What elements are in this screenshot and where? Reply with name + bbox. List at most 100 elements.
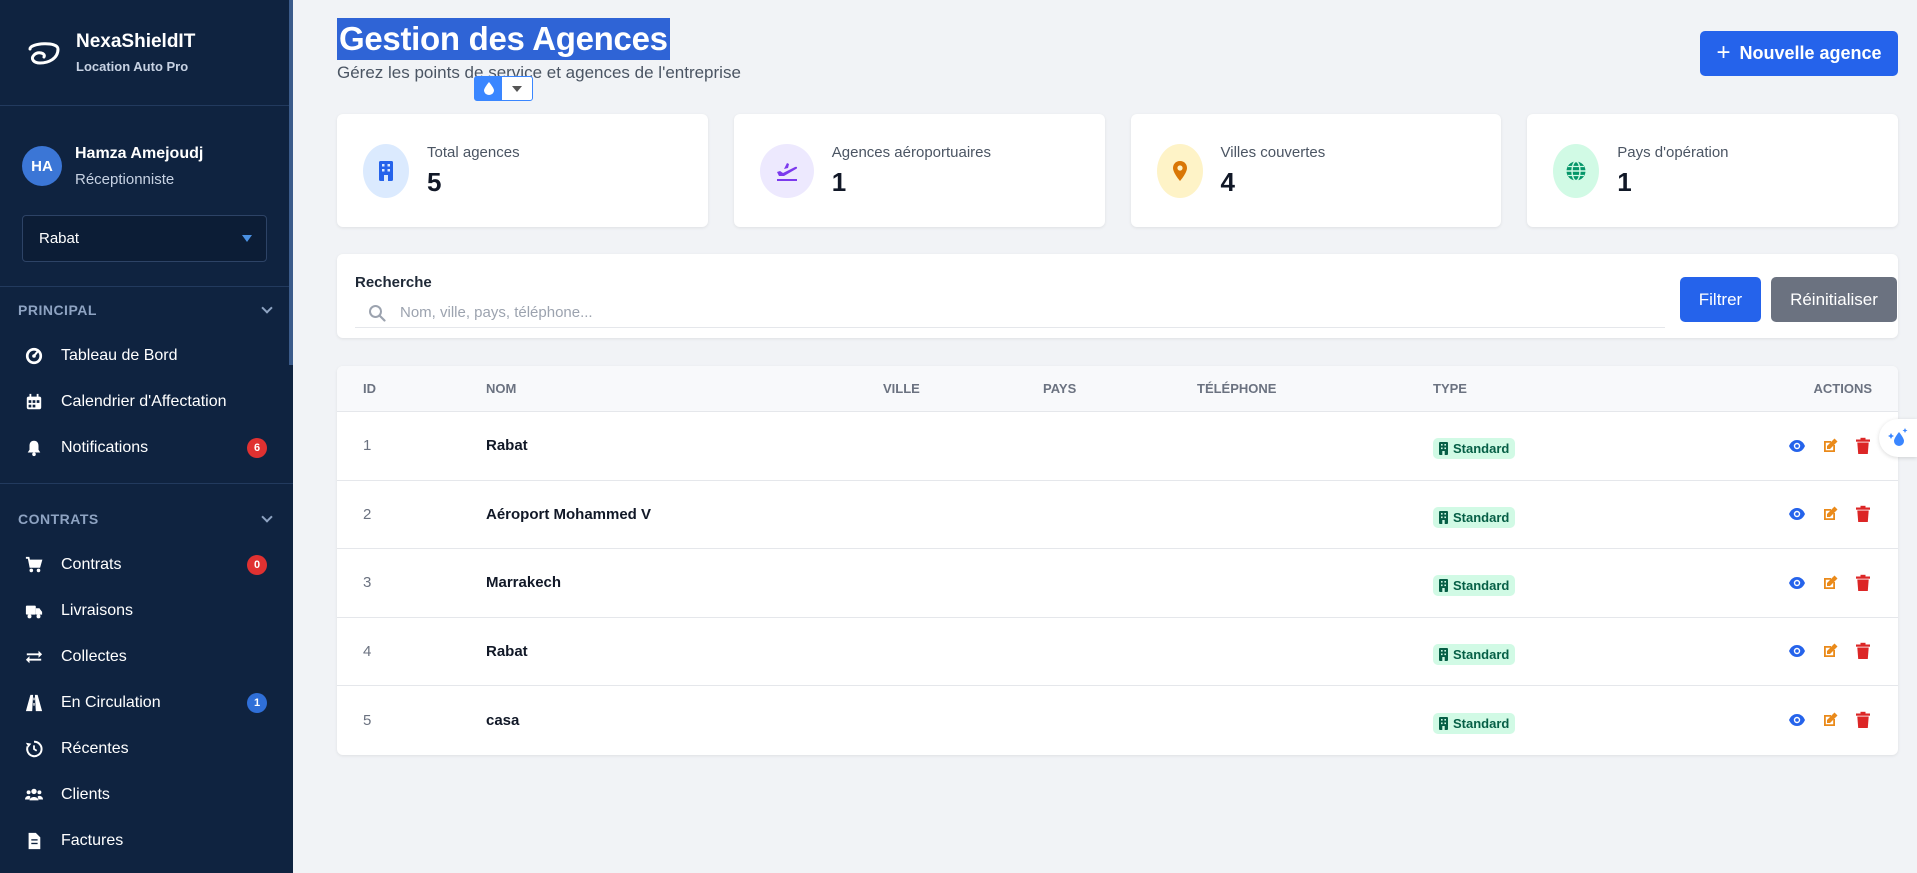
bell-icon [24,438,44,458]
caret-down-icon[interactable] [502,77,532,100]
brand: NexaShieldIT Location Auto Pro [0,0,293,106]
sidebar-item-label: Calendrier d'Affectation [61,393,227,410]
stat-cities-covered: Villes couvertes 4 [1130,114,1502,227]
stat-value: 1 [831,166,847,197]
stat-countries: Pays d'opération 1 [1527,114,1898,227]
sparkle-droplet-icon [1888,428,1908,446]
search-icon [369,304,386,322]
stat-value: 1 [1617,166,1632,197]
cell-actions [1788,549,1872,617]
cell-type: Standard [1433,686,1516,755]
road-icon [24,693,44,713]
agencies-table: ID NOM VILLE PAYS TÉLÉPHONE TYPE ACTIONS… [337,366,1898,755]
edit-icon[interactable] [1821,642,1839,660]
table-row[interactable]: 5 casa Standard [337,686,1898,755]
brand-subtitle: Location Auto Pro [76,59,189,74]
chevron-down-icon [261,511,273,523]
delete-trash-icon[interactable] [1854,711,1872,729]
section-principal[interactable]: PRINCIPAL [0,287,293,333]
sidebar-item-contrats[interactable]: Contrats 0 [0,542,293,588]
cell-id: 1 [363,437,372,455]
sidebar-item-livraisons[interactable]: Livraisons [0,588,293,634]
page-title-wrap: Gestion des Agences [337,18,670,60]
type-badge-label: Standard [1453,509,1510,525]
column-header-id[interactable]: ID [363,366,376,411]
delete-trash-icon[interactable] [1854,437,1872,455]
column-header-ville[interactable]: VILLE [883,366,920,411]
user-profile[interactable]: HA Hamza Amejoudj Réceptionniste [0,106,293,204]
stats-row: Total agences 5 Agences aéroportuaires 1… [337,114,1898,227]
cell-actions [1788,412,1872,480]
column-header-nom[interactable]: NOM [486,366,516,411]
sidebar-divider [0,483,293,484]
avatar: HA [22,146,62,186]
table-row[interactable]: 4 Rabat Standard [337,618,1898,686]
users-icon [24,785,44,805]
section-title: CONTRATS [18,511,99,527]
sidebar-item-en-circulation[interactable]: En Circulation 1 [0,680,293,726]
table-row[interactable]: 3 Marrakech Standard [337,549,1898,618]
search-box [355,298,1665,328]
edit-icon[interactable] [1821,711,1839,729]
edit-icon[interactable] [1821,437,1839,455]
sidebar-item-collectes[interactable]: Collectes [0,634,293,680]
delete-trash-icon[interactable] [1854,642,1872,660]
cell-nom: Marrakech [486,574,562,592]
building-icon [1439,442,1448,456]
section-title: PRINCIPAL [18,302,97,318]
sidebar-item-label: Notifications [61,439,149,456]
cell-nom: Rabat [486,437,528,455]
search-input[interactable] [400,304,1600,321]
type-badge: Standard [1433,712,1516,734]
sidebar-item-dashboard[interactable]: Tableau de Bord [0,333,293,379]
edit-icon[interactable] [1821,505,1839,523]
page-title[interactable]: Gestion des Agences [337,18,670,60]
stat-label: Agences aéroportuaires [831,143,992,161]
cell-nom: Rabat [486,642,528,660]
view-eye-icon[interactable] [1788,437,1806,455]
brand-name: NexaShieldIT [76,31,196,52]
column-header-telephone[interactable]: TÉLÉPHONE [1197,366,1276,411]
sidebar-item-notifications[interactable]: Notifications 6 [0,425,293,471]
building-icon [1439,510,1448,524]
table-row[interactable]: 1 Rabat Standard [337,412,1898,481]
branch-select-value: Rabat [39,230,80,247]
sidebar-item-label: Factures [61,832,124,849]
table-header: ID NOM VILLE PAYS TÉLÉPHONE TYPE ACTIONS [337,366,1898,412]
stat-value: 4 [1220,166,1235,197]
view-eye-icon[interactable] [1788,642,1806,660]
column-header-pays[interactable]: PAYS [1043,366,1076,411]
delete-trash-icon[interactable] [1854,574,1872,592]
sidebar-item-factures[interactable]: Factures [0,818,293,864]
extension-widget[interactable] [474,76,533,101]
search-card: Recherche Filtrer Réinitialiser [337,254,1898,338]
droplet-icon[interactable] [475,77,502,100]
chevron-down-icon [261,302,273,314]
sidebar-item-calendar[interactable]: Calendrier d'Affectation [0,379,293,425]
filter-button[interactable]: Filtrer [1680,277,1761,322]
floating-assistant-button[interactable] [1879,419,1917,457]
view-eye-icon[interactable] [1788,711,1806,729]
cell-nom: Aéroport Mohammed V [486,505,652,523]
sidebar-item-recentes[interactable]: Récentes [0,726,293,772]
plus-icon: + [1716,38,1731,66]
type-badge-label: Standard [1453,646,1510,662]
section-contrats[interactable]: CONTRATS [0,496,293,542]
type-badge: Standard [1433,643,1516,665]
delete-trash-icon[interactable] [1854,505,1872,523]
map-pin-icon [1156,143,1203,198]
cell-type: Standard [1433,618,1516,686]
table-row[interactable]: 2 Aéroport Mohammed V Standard [337,481,1898,549]
branch-select[interactable]: Rabat [22,215,267,262]
sidebar-item-clients[interactable]: Clients [0,772,293,818]
calendar-icon [24,392,44,412]
edit-icon[interactable] [1821,574,1839,592]
stat-label: Villes couvertes [1220,143,1326,161]
view-eye-icon[interactable] [1788,505,1806,523]
new-agency-button[interactable]: + Nouvelle agence [1700,31,1898,76]
view-eye-icon[interactable] [1788,574,1806,592]
reset-button[interactable]: Réinitialiser [1771,277,1897,322]
column-header-type[interactable]: TYPE [1433,366,1467,411]
sidebar-item-label: Récentes [61,740,129,757]
page-subtitle: Gérez les points de service et agences d… [337,63,741,82]
